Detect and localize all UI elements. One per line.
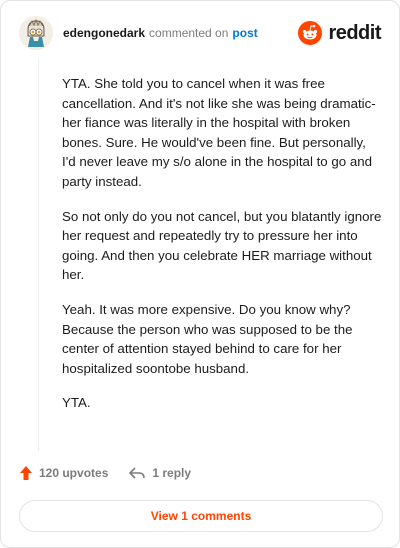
avatar[interactable] [19,16,53,50]
commented-on-text: commented on [149,26,229,40]
reddit-logo[interactable]: reddit [298,21,381,45]
view-comments-button[interactable]: View 1 comments [19,500,383,532]
comment-paragraph: So not only do you not cancel, but you b… [62,208,382,283]
reply-arrow-icon [129,467,146,479]
comment-paragraph: YTA. She told you to cancel when it was … [62,76,376,189]
thread-line [38,59,39,451]
comment-paragraph: YTA. [62,395,91,411]
reddit-alien-icon [298,21,323,45]
upvote-arrow-icon [20,466,32,480]
comment-header: edengonedark commented on post reddit [19,15,381,51]
comment-body: YTA. She told you to cancel when it was … [62,74,382,428]
comment-meta: edengonedark commented on post [63,26,258,40]
avatar-image [19,16,53,50]
comment-paragraph: Yeah. It was more expensive. Do you know… [62,301,353,376]
reply-button[interactable]: 1 reply [128,466,191,480]
comment-actions: 120 upvotes 1 reply [19,465,191,481]
username[interactable]: edengonedark [63,26,145,40]
comment-card: edengonedark commented on post reddit YT… [0,0,400,548]
reddit-wordmark: reddit [328,21,381,44]
reply-count: 1 reply [152,466,192,480]
upvote-count: 120 upvotes [39,466,109,480]
upvote-button[interactable]: 120 upvotes [19,465,108,481]
post-link[interactable]: post [232,26,257,40]
